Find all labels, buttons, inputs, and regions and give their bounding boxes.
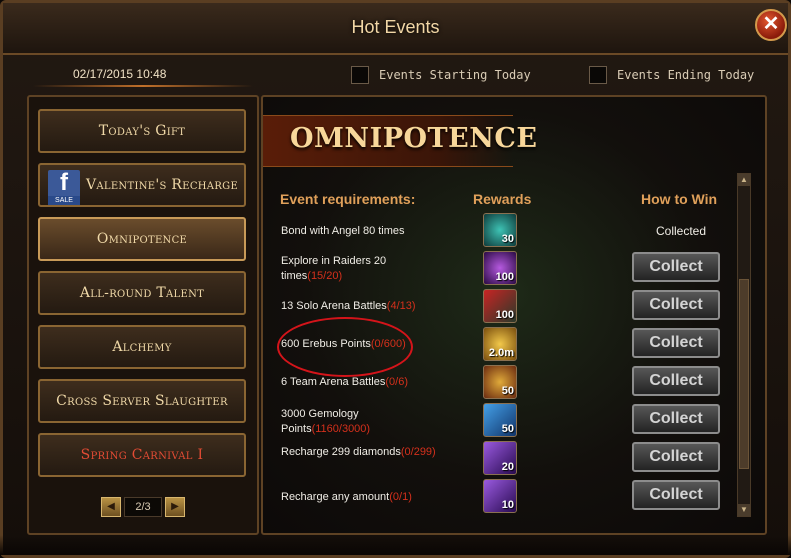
purple-orb-icon[interactable]: 100 [483, 251, 517, 285]
collect-button[interactable]: Collect [632, 480, 720, 510]
requirement-label: Recharge any amount [281, 491, 390, 503]
requirement-text: 13 Solo Arena Battles(4/13) [281, 299, 441, 314]
event-title: OMNIPOTENCE [290, 123, 538, 154]
bottom-fade [0, 535, 791, 555]
sidebar-item-cross-server-slaughter[interactable]: Cross Server Slaughter [38, 379, 246, 423]
filter-ending-today[interactable]: Events Ending Today [589, 65, 754, 85]
gem-50-icon[interactable]: 50 [483, 403, 517, 437]
requirement-text: 6 Team Arena Battles(0/6) [281, 375, 441, 390]
starting-today-checkbox[interactable] [351, 66, 369, 84]
requirement-label: 6 Team Arena Battles [281, 376, 386, 388]
requirement-label: 13 Solo Arena Battles [281, 300, 387, 312]
gold-coin-icon[interactable]: 2.0m [483, 327, 517, 361]
sidebar-item-label: Today's Gift [98, 123, 186, 139]
collect-button[interactable]: Collect [632, 442, 720, 472]
server-datetime: 02/17/2015 10:48 [73, 67, 167, 81]
sidebar-item-all-round-talent[interactable]: All-round Talent [38, 271, 246, 315]
sidebar-item-label: Cross Server Slaughter [56, 393, 228, 409]
requirement-text: Bond with Angel 80 times [281, 224, 441, 239]
page-indicator: 2/3 [124, 497, 162, 517]
angel-orb-icon[interactable]: 30 [483, 213, 517, 247]
rewards-header: Rewards [473, 191, 532, 207]
scroll-up-arrow-icon[interactable]: ▲ [738, 174, 750, 186]
requirement-progress: (15/20) [307, 270, 343, 282]
collect-button[interactable]: Collect [632, 328, 720, 358]
sidebar-item-label: Omnipotence [96, 231, 188, 247]
sidebar-item-omnipotence[interactable]: Omnipotence [38, 217, 246, 261]
reward-quantity: 10 [501, 499, 514, 511]
ending-today-checkbox[interactable] [589, 66, 607, 84]
purple-crystal-icon[interactable]: 20 [483, 441, 517, 475]
requirement-progress: (0/1) [389, 491, 412, 503]
requirement-text: Recharge 299 diamonds(0/299) [281, 445, 441, 460]
collect-button[interactable]: Collect [632, 290, 720, 320]
reward-quantity: 50 [501, 423, 514, 435]
requirement-text: Recharge any amount(0/1) [281, 490, 441, 505]
next-page-button[interactable]: ▶ [165, 497, 185, 517]
requirement-text: 3000 Gemology Points(1160/3000) [281, 407, 441, 437]
window-title: Hot Events [351, 17, 440, 37]
requirement-progress: (0/6) [385, 376, 408, 388]
shield-badge-icon[interactable]: 50 [483, 365, 517, 399]
sidebar-item-spring-carnival[interactable]: Spring Carnival I [38, 433, 246, 477]
requirement-progress: (1160/3000) [311, 423, 371, 435]
reward-quantity: 100 [495, 309, 514, 321]
scroll-down-arrow-icon[interactable]: ▼ [738, 504, 750, 516]
requirement-label: Bond with Angel 80 times [281, 225, 405, 237]
sidebar-item-todays-gift[interactable]: Today's Gift [38, 109, 246, 153]
scroll-thumb[interactable] [739, 279, 749, 469]
requirements-header: Event requirements: [280, 191, 416, 207]
filter-starting-today[interactable]: Events Starting Today [351, 65, 531, 85]
sale-badge: SALE [48, 196, 80, 205]
prev-page-button[interactable]: ◀ [101, 497, 121, 517]
hot-events-window: Hot Events ✕ 02/17/2015 10:48 Events Sta… [0, 0, 791, 558]
requirement-text: Explore in Raiders 20 times(15/20) [281, 254, 441, 284]
event-detail-panel: OMNIPOTENCE Event requirements: Rewards … [261, 95, 767, 535]
starting-today-label: Events Starting Today [379, 68, 531, 82]
reward-quantity: 50 [501, 385, 514, 397]
close-button[interactable]: ✕ [755, 9, 787, 41]
ending-today-label: Events Ending Today [617, 68, 755, 82]
rewards-scrollbar[interactable]: ▲ ▼ [737, 173, 751, 517]
arena-badge-icon[interactable]: 100 [483, 289, 517, 323]
purple-crystal-icon[interactable]: 10 [483, 479, 517, 513]
highlight-circle [277, 317, 413, 377]
datetime-divider [33, 85, 253, 87]
sidebar-item-label: All-round Talent [79, 285, 205, 301]
sidebar-item-label: Spring Carnival I [80, 447, 204, 463]
requirement-progress: (0/299) [400, 446, 436, 458]
sidebar-item-label: Valentine's Recharge [85, 177, 239, 193]
collect-button[interactable]: Collect [632, 252, 720, 282]
how-to-win-header: How to Win [641, 191, 718, 207]
reward-quantity: 2.0m [488, 347, 514, 359]
collect-button[interactable]: Collect [632, 366, 720, 396]
collect-button[interactable]: Collect [632, 404, 720, 434]
reward-quantity: 30 [501, 233, 514, 245]
reward-quantity: 100 [495, 271, 514, 283]
reward-quantity: 20 [501, 461, 514, 473]
requirement-label: Recharge 299 diamonds [281, 446, 401, 458]
requirement-progress: (4/13) [386, 300, 416, 312]
collected-status: Collected [656, 224, 707, 238]
sidebar-item-valentines-recharge[interactable]: f SALE Valentine's Recharge [38, 163, 246, 207]
events-sidebar: Today's Gift f SALE Valentine's Recharge… [27, 95, 259, 535]
sidebar-pager: ◀ 2/3 ▶ [101, 497, 185, 517]
sidebar-item-alchemy[interactable]: Alchemy [38, 325, 246, 369]
sidebar-item-label: Alchemy [112, 339, 172, 355]
title-bar: Hot Events ✕ [3, 3, 788, 55]
